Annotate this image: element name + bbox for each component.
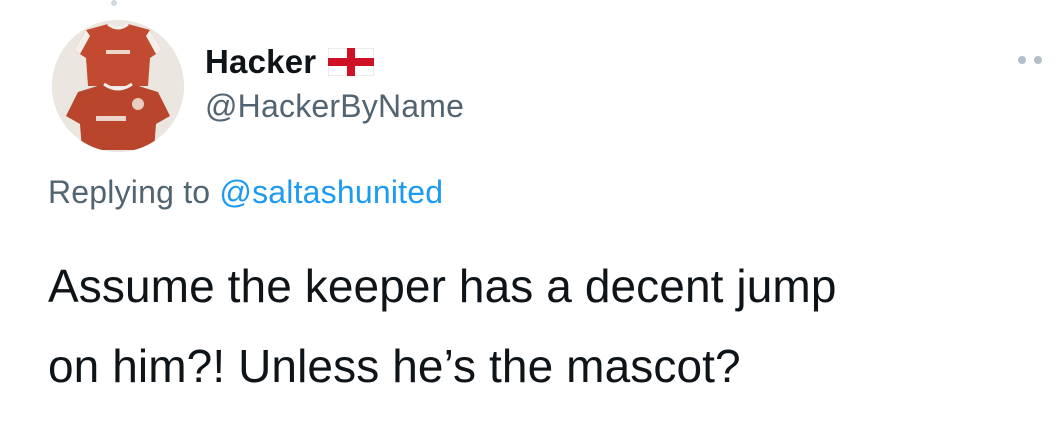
reply-context: Replying to @saltashunited: [48, 174, 443, 211]
avatar-jerseys-image: [52, 20, 184, 152]
tweet-text-line: Assume the keeper has a decent jump: [48, 260, 837, 312]
reply-mention-link[interactable]: @saltashunited: [219, 174, 443, 210]
thread-connector-dot: [111, 0, 117, 6]
reply-prefix: Replying to: [48, 174, 211, 210]
more-dot: [1034, 56, 1042, 64]
england-flag-icon: [327, 47, 375, 77]
author-display-name[interactable]: Hacker: [205, 43, 316, 81]
author-handle[interactable]: @HackerByName: [205, 88, 464, 125]
tweet-text-line: on him?! Unless he’s the mascot?: [48, 340, 741, 392]
author-name-row[interactable]: Hacker: [205, 42, 375, 82]
more-options-icon[interactable]: [1018, 56, 1042, 64]
tweet-text: Assume the keeper has a decent jump on h…: [48, 246, 1048, 406]
avatar[interactable]: [52, 20, 184, 152]
more-dot: [1018, 56, 1026, 64]
